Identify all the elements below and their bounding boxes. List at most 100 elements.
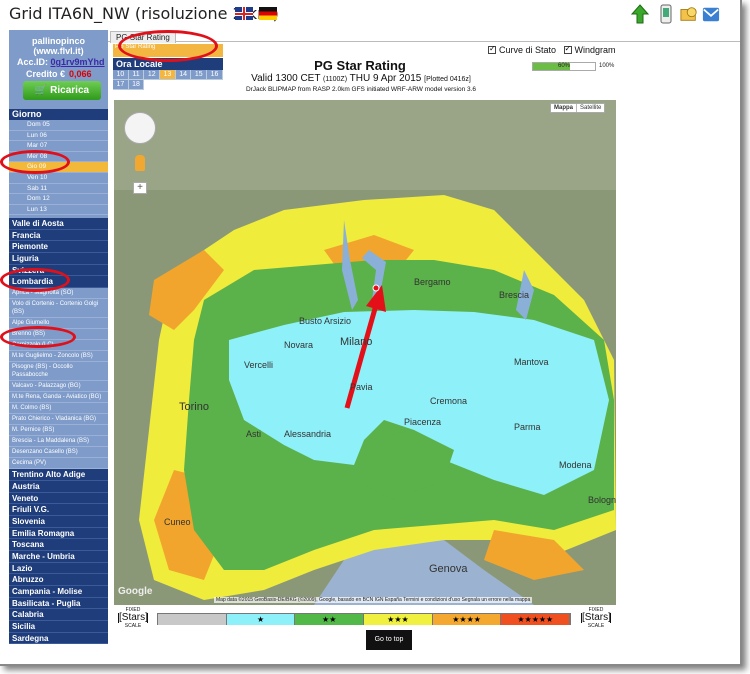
day-item[interactable]: Dom 05	[9, 120, 108, 131]
hour-item[interactable]: 13	[160, 70, 176, 80]
scale-word-left: SCALE	[124, 623, 142, 629]
progress-label: 60%	[557, 63, 570, 69]
mail-icon[interactable]	[702, 4, 720, 24]
day-item[interactable]: Lun 06	[9, 131, 108, 142]
phone-icon[interactable]	[657, 4, 675, 24]
scale-segment	[158, 614, 227, 625]
region-item[interactable]: Liguria	[9, 253, 108, 265]
city-label: Parma	[514, 422, 541, 432]
forecast-map[interactable]: Bergamo Milano Novara Vercelli Pavia Pia…	[114, 100, 616, 605]
site-item[interactable]: M.te Guglielmo - Zoncolo (BS)	[9, 351, 108, 363]
region-item[interactable]: Piemonte	[9, 241, 108, 254]
green-up-arrow-icon[interactable]	[631, 4, 649, 24]
site-marker[interactable]	[372, 284, 380, 292]
map-valid: Valid 1300 CET	[251, 73, 321, 84]
site-item[interactable]: Pisogne (BS) - Occollo Passabocche	[9, 362, 108, 382]
region-item[interactable]: Lazio	[9, 562, 108, 575]
site-item[interactable]: Brescia - La Maddalena (BS)	[9, 436, 108, 448]
scale-segment: ★	[226, 614, 296, 625]
region-item[interactable]: Veneto	[9, 492, 108, 505]
hour-item[interactable]: 11	[128, 70, 145, 80]
region-item[interactable]: Calabria	[9, 609, 108, 622]
credit-label: Credito €	[26, 69, 66, 79]
scale-segment: ★★★★	[432, 614, 502, 625]
city-label: Piacenza	[404, 417, 441, 427]
hour-item[interactable]: 14	[175, 70, 192, 80]
de-flag-icon[interactable]	[259, 7, 277, 20]
region-item[interactable]: Francia	[9, 229, 108, 242]
region-item[interactable]: Emilia Romagna	[9, 527, 108, 540]
money-icon[interactable]	[680, 4, 698, 24]
site-item[interactable]: M.te Rena, Ganda - Aviatico (BG)	[9, 392, 108, 404]
region-item[interactable]: Austria	[9, 480, 108, 493]
hour-item[interactable]: 18	[128, 80, 145, 90]
region-item[interactable]: Toscana	[9, 539, 108, 551]
alps-terrain	[114, 100, 616, 190]
hour-item[interactable]: 16	[207, 70, 223, 80]
city-label: Brescia	[499, 290, 529, 300]
map-validity: Valid 1300 CET (1100Z) THU 9 Apr 2015 [P…	[230, 73, 492, 84]
map-plotted: [Plotted 0416z]	[424, 76, 471, 83]
pan-control-icon[interactable]	[124, 112, 156, 144]
hour-item[interactable]: 17	[113, 80, 129, 90]
scale-stars-right: [Stars]	[581, 612, 611, 623]
region-item[interactable]: Sardegna	[9, 632, 108, 645]
site-item[interactable]: Desenzano Casello (BS)	[9, 447, 108, 459]
days-heading: Giorno	[9, 109, 108, 120]
day-item[interactable]: Lun 13	[9, 205, 108, 216]
city-label: Cuneo	[164, 517, 191, 527]
go-to-top-button[interactable]: Go to top	[366, 630, 412, 650]
hour-item[interactable]: 12	[144, 70, 161, 80]
map-type-satellite-button[interactable]: Satellite	[577, 104, 604, 112]
annotation-oval-ora-locale	[118, 30, 218, 62]
day-item[interactable]: Dom 12	[9, 194, 108, 205]
credit-value: 0,066	[69, 69, 92, 79]
region-item[interactable]: Marche - Umbria	[9, 550, 108, 563]
annotation-oval-cornizzolo	[0, 326, 76, 348]
app-window: Grid ITA6N_NW (risoluzione 2 km) pallino…	[0, 0, 742, 666]
scale-label-right: FIXED [Stars] SCALE	[577, 607, 615, 629]
account-value[interactable]: 0g1rv9mYhd	[51, 57, 105, 67]
region-item[interactable]: Slovenia	[9, 515, 108, 528]
user-site[interactable]: (www.flvl.it)	[9, 46, 108, 56]
curve-checkbox[interactable]	[488, 44, 496, 54]
recharge-button[interactable]: 🛒 Ricarica	[23, 81, 101, 100]
region-item[interactable]: Friuli V.G.	[9, 504, 108, 516]
region-item[interactable]: Basilicata - Puglia	[9, 597, 108, 610]
annotation-oval-day	[0, 150, 70, 174]
map-valid-date: THU 9 Apr 2015	[349, 73, 422, 84]
region-item[interactable]: Valle di Aosta	[9, 218, 108, 230]
day-item[interactable]: Sab 11	[9, 184, 108, 195]
region-item[interactable]: Sicilia	[9, 621, 108, 633]
region-item[interactable]: Trentino Alto Adige	[9, 469, 108, 481]
site-item[interactable]: Valcavo - Palazzago (BG)	[9, 381, 108, 393]
windgram-checkbox[interactable]	[563, 44, 572, 54]
site-item[interactable]: M. Pernice (BS)	[9, 425, 108, 437]
map-attribution[interactable]: Map data ©2015 GeoBasis-DE/BKG (©2009), …	[214, 597, 533, 603]
map-type-map-button[interactable]: Mappa	[551, 104, 578, 112]
map-canvas: Bergamo Milano Novara Vercelli Pavia Pia…	[114, 100, 616, 605]
map-subtitle: DrJack BLIPMAP from RASP 2.0km GFS initi…	[245, 86, 477, 93]
day-item[interactable]: Ven 10	[9, 173, 108, 184]
site-item[interactable]: Prato Chierico - Vladanica (BG)	[9, 414, 108, 426]
region-item[interactable]: Campania - Molise	[9, 586, 108, 598]
scale-segment: ★★	[295, 614, 365, 625]
city-label: Asti	[246, 429, 261, 439]
zoom-in-button[interactable]: +	[133, 182, 147, 194]
pegman-icon[interactable]	[135, 155, 145, 171]
site-item[interactable]: Volo di Cortenio - Cortenio Golgi (BS)	[9, 299, 108, 319]
scale-stars-left: [Stars]	[118, 612, 148, 623]
uk-flag-icon[interactable]	[235, 7, 253, 20]
star-scale: FIXED [Stars] SCALE ★ ★★ ★★★ ★★★★ ★★★★★ FIXE…	[114, 607, 616, 633]
map-options: Curve di Stato Windgram	[488, 44, 616, 55]
hour-item[interactable]: 10	[113, 70, 129, 80]
hour-item[interactable]: 15	[191, 70, 208, 80]
load-progress: 60%	[532, 62, 596, 71]
site-item[interactable]: M. Colmo (BS)	[9, 403, 108, 415]
annotation-oval-lombardia	[0, 268, 70, 292]
site-item[interactable]: Cecima (PV)	[9, 458, 108, 470]
region-item[interactable]: Abruzzo	[9, 574, 108, 586]
recharge-label: Ricarica	[50, 85, 90, 96]
header: Grid ITA6N_NW (risoluzione 2 km)	[0, 0, 742, 30]
city-label: Pavia	[350, 382, 373, 392]
